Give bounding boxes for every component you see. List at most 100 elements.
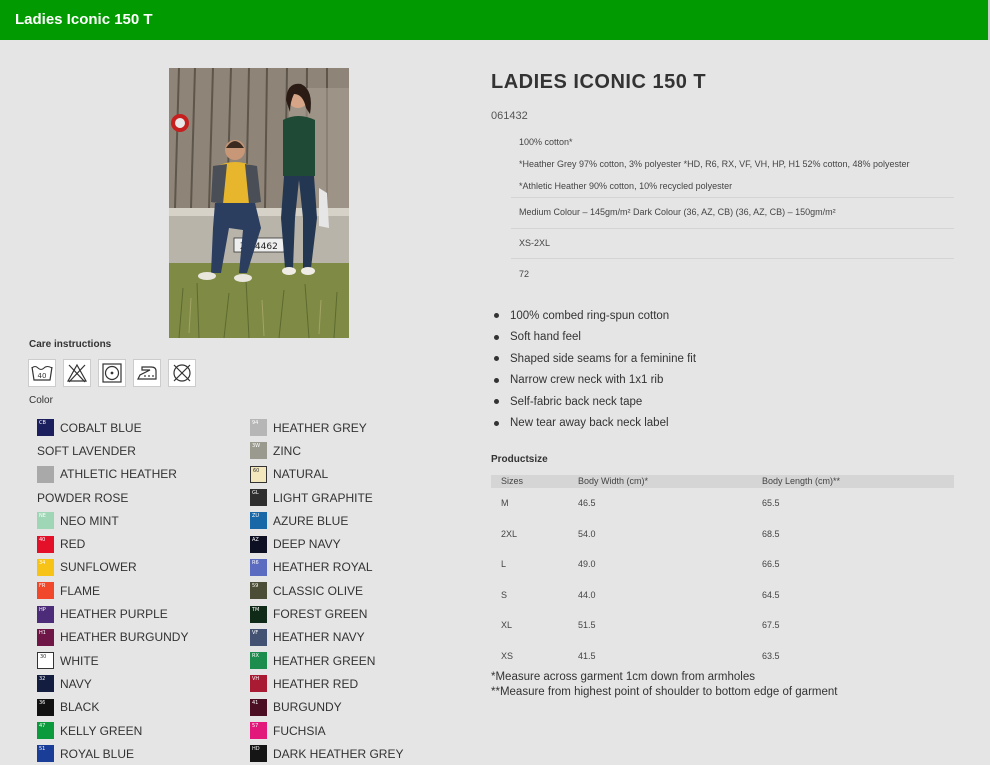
size-table-header: Sizes Body Width (cm)* Body Length (cm)*…	[491, 475, 954, 488]
color-option[interactable]: HD DARK HEATHER GREY	[250, 742, 403, 765]
color-option[interactable]: AZ DEEP NAVY	[250, 532, 403, 555]
color-name: ZINC	[273, 443, 301, 458]
color-swatch: 34	[37, 558, 54, 576]
color-option[interactable]: SOFT LAVENDER	[37, 439, 188, 462]
color-code: ZU	[252, 513, 260, 520]
color-option[interactable]: 36 BLACK	[37, 696, 188, 719]
color-code: 60	[253, 467, 260, 474]
color-option[interactable]: 34 SUNFLOWER	[37, 556, 188, 579]
color-option[interactable]: 40 RED	[37, 532, 188, 555]
header-title: Ladies Iconic 150 T	[15, 11, 153, 28]
color-option[interactable]: 32 NAVY	[37, 672, 188, 695]
color-code: FR	[39, 583, 46, 590]
table-row: XL 51.5 67.5	[491, 610, 954, 641]
color-swatch: RX	[250, 652, 267, 670]
color-code: 30	[40, 654, 47, 661]
color-name: ROYAL BLUE	[60, 746, 135, 761]
color-code: 57	[252, 723, 259, 729]
color-option[interactable]: ATHLETIC HEATHER	[37, 463, 188, 486]
color-swatch: 60	[250, 465, 267, 483]
color-swatch: 40	[37, 535, 54, 553]
tumble-dry-icon	[98, 359, 126, 387]
measure-note-length: **Measure from highest point of shoulder…	[491, 686, 838, 698]
feature-text: Narrow crew neck with 1x1 rib	[510, 374, 664, 387]
color-option[interactable]: TM FOREST GREEN	[250, 602, 403, 625]
color-option[interactable]: H1 HEATHER BURGUNDY	[37, 626, 188, 649]
color-swatch	[37, 465, 54, 483]
color-name: ATHLETIC HEATHER	[60, 467, 177, 482]
cell-width: 41.5	[578, 650, 596, 661]
productsize-title: Productsize	[491, 454, 548, 465]
color-option[interactable]: 94 HEATHER GREY	[250, 416, 403, 439]
color-option[interactable]: FR FLAME	[37, 579, 188, 602]
color-swatch: 3W	[250, 442, 267, 460]
bullet-icon	[494, 356, 499, 362]
color-option[interactable]: POWDER ROSE	[37, 486, 188, 509]
wash-temperature: 40	[38, 372, 47, 380]
color-swatch: ZU	[250, 512, 267, 530]
color-option[interactable]: GL LIGHT GRAPHITE	[250, 486, 403, 509]
spec-pack: 72	[519, 269, 530, 279]
feature-text: New tear away back neck label	[510, 417, 669, 430]
spec-sizes: XS-2XL	[519, 238, 551, 248]
color-name: HEATHER NAVY	[273, 630, 365, 645]
cell-width: 49.0	[578, 559, 596, 569]
cell-length: 67.5	[762, 620, 780, 630]
color-name: NEO MINT	[60, 513, 119, 528]
cell-length: 65.5	[762, 498, 780, 508]
color-option[interactable]: RX HEATHER GREEN	[250, 649, 403, 672]
color-option[interactable]: VH HEATHER RED	[250, 672, 403, 695]
color-swatch: 30	[37, 652, 54, 670]
color-swatch: FR	[37, 582, 54, 600]
color-title: Color	[29, 395, 53, 406]
color-code: 41	[252, 699, 259, 706]
color-option[interactable]: 47 KELLY GREEN	[37, 719, 188, 742]
color-name: COBALT BLUE	[60, 420, 142, 435]
color-name: LIGHT GRAPHITE	[273, 490, 373, 505]
cell-width: 51.5	[578, 620, 596, 630]
color-code: HP	[39, 606, 46, 613]
cell-width: 46.5	[578, 498, 596, 508]
cell-size: 2XL	[501, 528, 518, 539]
color-code: VH	[252, 676, 260, 683]
table-row: L 49.0 66.5	[491, 549, 954, 580]
color-option[interactable]: 30 WHITE	[37, 649, 188, 672]
cell-length: 66.5	[762, 559, 780, 569]
cell-width: 54.0	[578, 528, 596, 539]
table-row: 2XL 54.0 68.5	[491, 519, 954, 550]
header-sizes: Sizes	[501, 476, 524, 486]
color-option[interactable]: 60 NATURAL	[250, 463, 403, 486]
color-code: 40	[39, 536, 46, 543]
color-name: FUCHSIA	[273, 723, 326, 738]
color-option[interactable]: NE NEO MINT	[37, 509, 188, 532]
color-option[interactable]: R6 HEATHER ROYAL	[250, 556, 403, 579]
color-option[interactable]: HP HEATHER PURPLE	[37, 602, 188, 625]
color-option[interactable]: 51 ROYAL BLUE	[37, 742, 188, 765]
color-name: HEATHER ROYAL	[273, 560, 373, 575]
color-option[interactable]: VF HEATHER NAVY	[250, 626, 403, 649]
color-swatch: 41	[250, 698, 267, 716]
color-code: 3W	[252, 443, 261, 450]
color-name: NATURAL	[273, 467, 329, 482]
color-option[interactable]: 41 BURGUNDY	[250, 696, 403, 719]
color-name: SOFT LAVENDER	[37, 443, 136, 458]
color-swatch: HP	[37, 605, 54, 623]
feature-item: Narrow crew neck with 1x1 rib	[494, 370, 696, 392]
bullet-icon	[494, 420, 499, 426]
color-name: AZURE BLUE	[273, 513, 349, 528]
color-option[interactable]: 59 CLASSIC OLIVE	[250, 579, 403, 602]
color-name: HEATHER PURPLE	[60, 607, 168, 622]
color-option[interactable]: 57 FUCHSIA	[250, 719, 403, 742]
color-code: 36	[39, 699, 46, 706]
color-swatch: R6	[250, 558, 267, 576]
color-option[interactable]: CB COBALT BLUE	[37, 416, 188, 439]
table-row: S 44.0 64.5	[491, 580, 954, 611]
color-code: NE	[39, 513, 46, 520]
color-swatch: VF	[250, 628, 267, 646]
color-code: H1	[39, 629, 46, 636]
color-name: DARK HEATHER GREY	[273, 746, 404, 761]
feature-text: Self-fabric back neck tape	[510, 395, 643, 408]
iron-icon	[133, 359, 161, 387]
color-option[interactable]: ZU AZURE BLUE	[250, 509, 403, 532]
color-option[interactable]: 3W ZINC	[250, 439, 403, 462]
